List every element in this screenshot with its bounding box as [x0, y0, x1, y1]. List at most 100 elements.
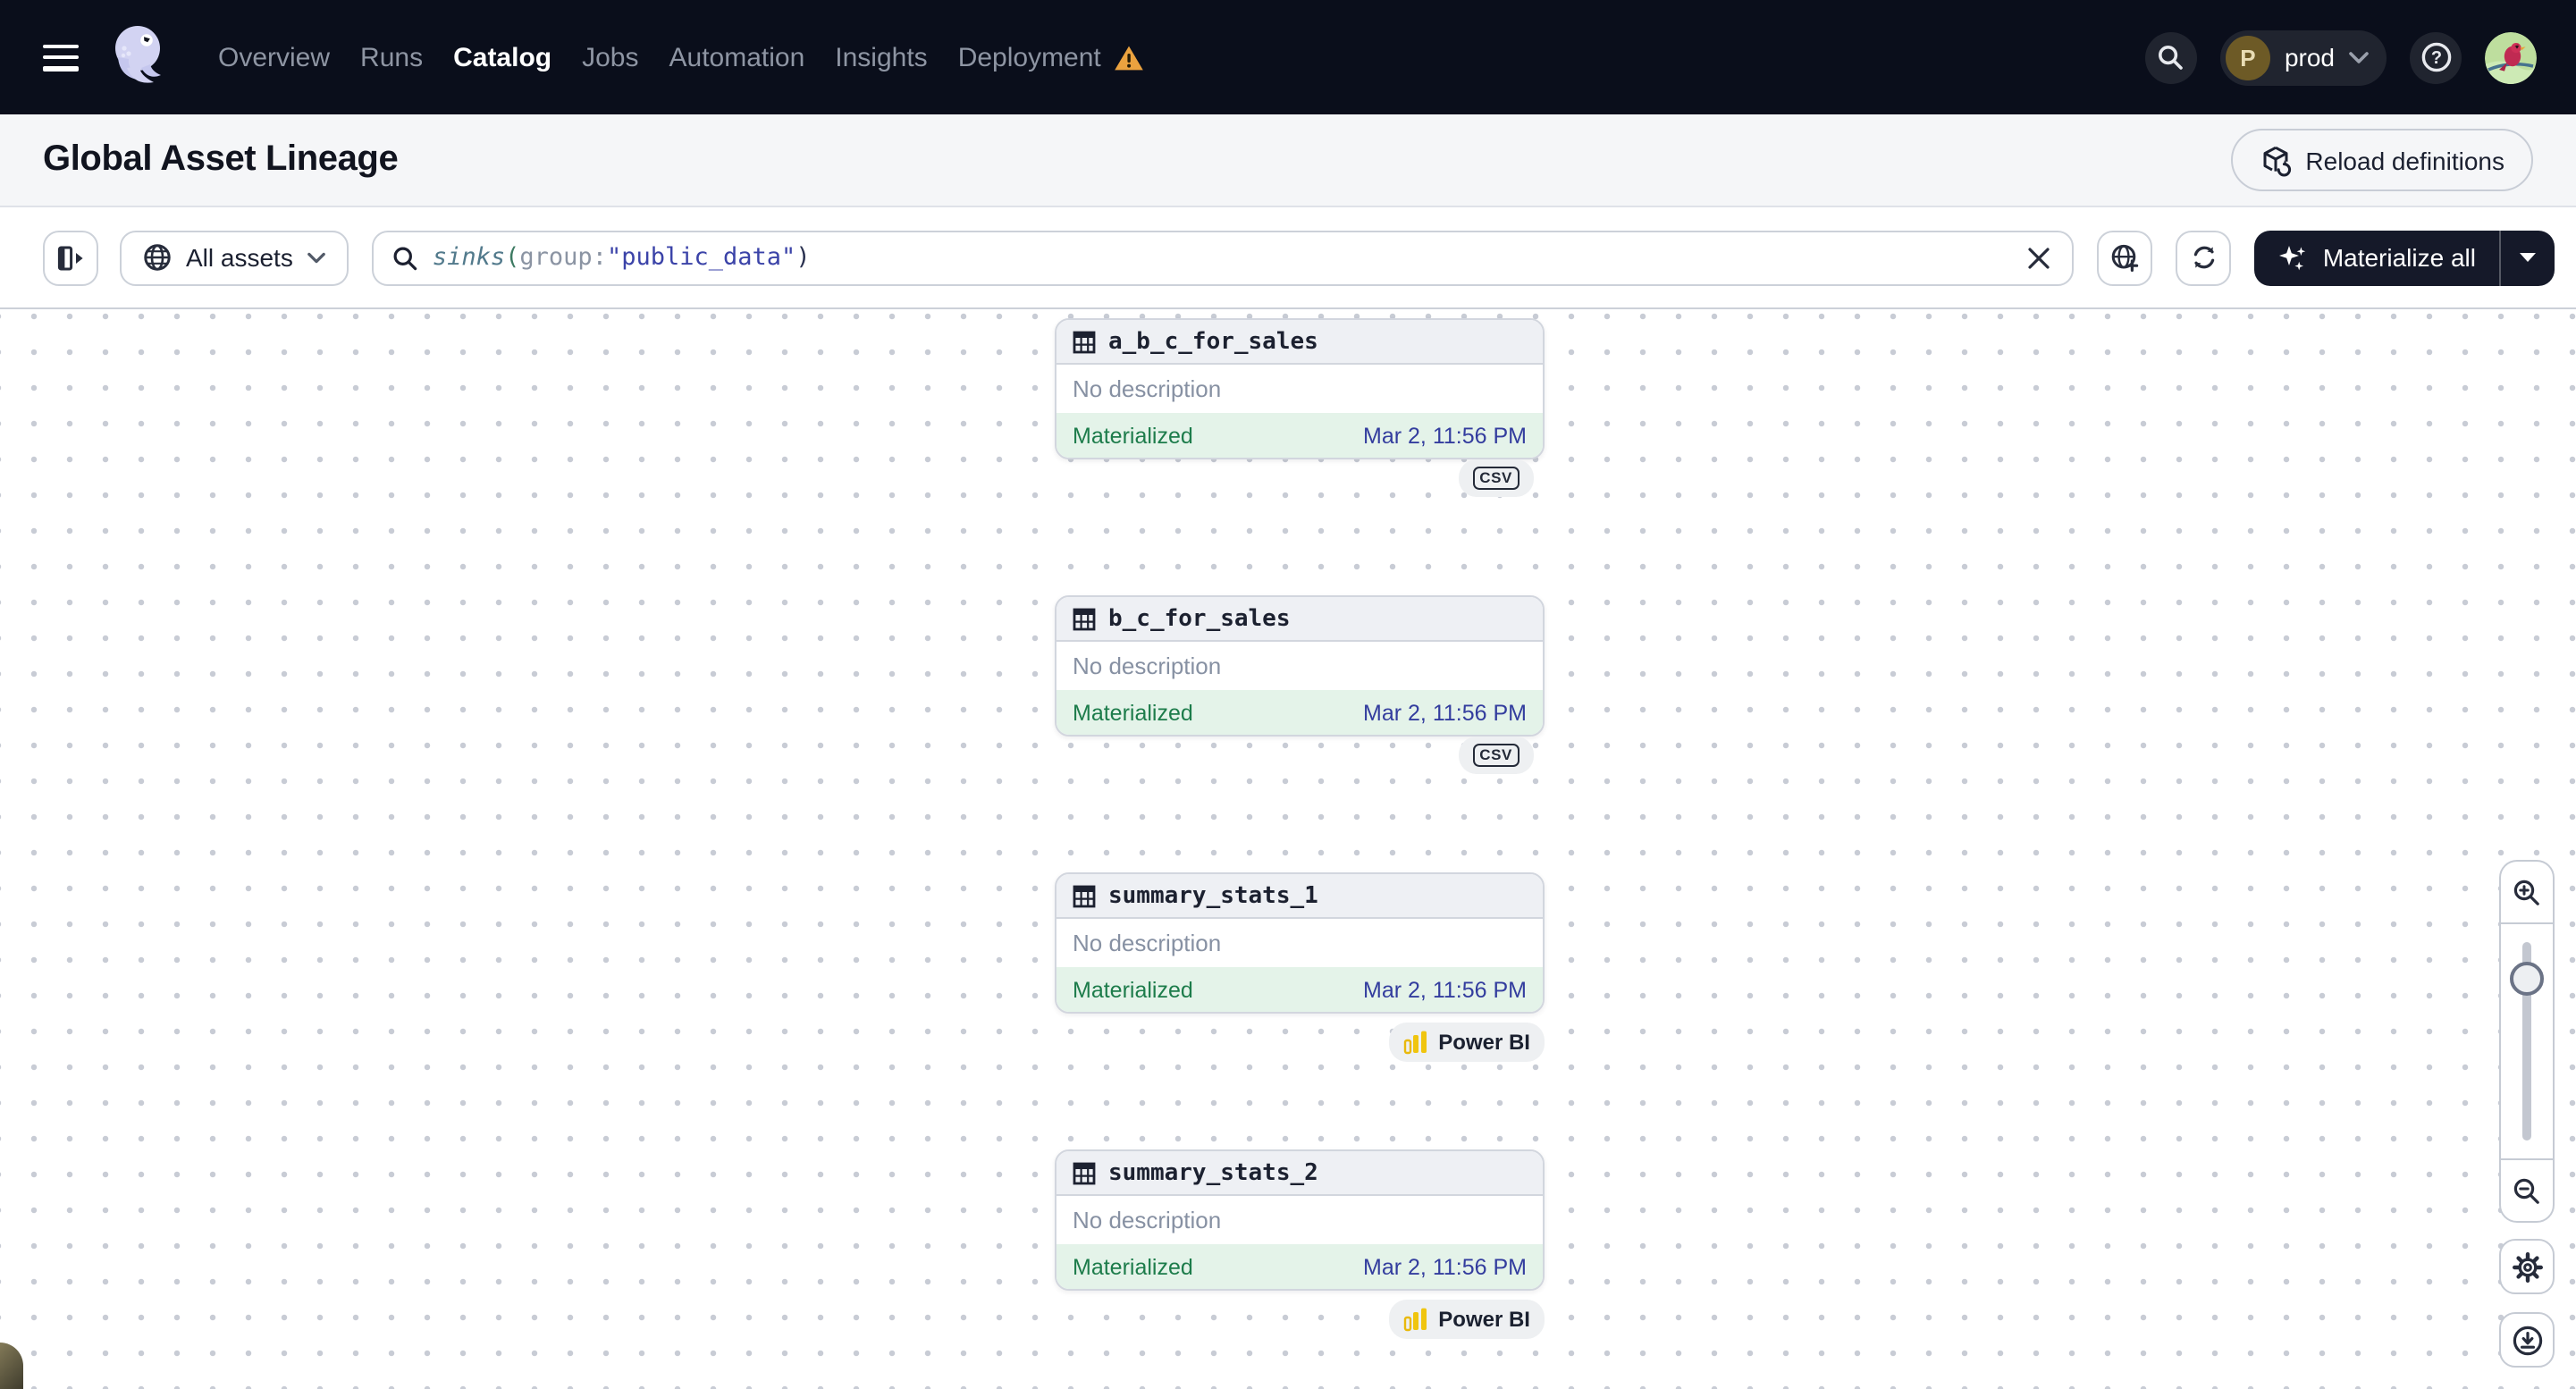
environment-switcher[interactable]: P prod — [2219, 29, 2387, 85]
asset-node-summary_stats_1[interactable]: summary_stats_1 No description Materiali… — [1055, 872, 1545, 1014]
asset-selection-input[interactable]: sinks(group:"public_data") — [371, 230, 2075, 285]
asset-node-b_c_for_sales[interactable]: b_c_for_sales No description Materialize… — [1055, 595, 1545, 737]
asset-name: b_c_for_sales — [1108, 605, 1291, 632]
materialization-timestamp: Mar 2, 11:56 PM — [1363, 423, 1527, 448]
asset-name: summary_stats_1 — [1108, 882, 1318, 909]
nav-item-automation[interactable]: Automation — [669, 42, 805, 72]
asset-name: summary_stats_2 — [1108, 1159, 1318, 1186]
chevron-down-icon — [2349, 51, 2369, 63]
warning-triangle-icon — [1114, 45, 1143, 70]
caret-down-icon — [2520, 253, 2536, 262]
search-icon — [393, 246, 417, 270]
asset-node-header: b_c_for_sales — [1056, 597, 1543, 642]
hamburger-icon[interactable] — [43, 44, 79, 71]
zoom-in-icon — [2513, 879, 2539, 905]
open-panel-icon — [57, 245, 83, 270]
asset-tag-power-bi[interactable]: Power BI — [1388, 1300, 1545, 1339]
help-button[interactable]: ? — [2410, 31, 2462, 83]
asset-status-row: Materialized Mar 2, 11:56 PM — [1056, 413, 1543, 458]
user-avatar-cardinal[interactable] — [2485, 31, 2537, 83]
status-badge: Materialized — [1073, 1254, 1193, 1279]
asset-node-header: a_b_c_for_sales — [1056, 320, 1543, 365]
asset-description: No description — [1073, 652, 1222, 679]
tag-label: Power BI — [1438, 1307, 1530, 1332]
asset-description: No description — [1073, 1207, 1222, 1233]
reload-definitions-button[interactable]: Reload definitions — [2230, 129, 2533, 191]
materialize-options-button[interactable] — [2499, 230, 2555, 285]
materialize-all-main[interactable]: Materialize all — [2255, 230, 2499, 285]
nav-right: P prod ? — [2144, 29, 2537, 85]
asset-status-row: Materialized Mar 2, 11:56 PM — [1056, 690, 1543, 735]
zoom-control-panel — [2499, 860, 2555, 1223]
refresh-button[interactable] — [2176, 230, 2232, 285]
zoom-out-button[interactable] — [2501, 1160, 2553, 1221]
page-title: Global Asset Lineage — [43, 139, 399, 179]
csv-kind-icon: CSV — [1472, 744, 1520, 767]
reload-definitions-label: Reload definitions — [2305, 146, 2504, 174]
asset-status-row: Materialized Mar 2, 11:56 PM — [1056, 967, 1543, 1012]
nav-item-overview[interactable]: Overview — [218, 42, 330, 72]
status-badge: Materialized — [1073, 977, 1193, 1002]
table-icon — [1073, 330, 1096, 353]
search-icon — [2159, 46, 2184, 70]
nav-search-button[interactable] — [2144, 31, 2197, 83]
clear-query-button[interactable] — [2016, 234, 2062, 281]
asset-node-summary_stats_2[interactable]: summary_stats_2 No description Materiali… — [1055, 1149, 1545, 1291]
materialize-all-label: Materialize all — [2322, 243, 2476, 272]
power-bi-icon — [1403, 1031, 1427, 1055]
status-badge: Materialized — [1073, 423, 1193, 448]
status-badge: Materialized — [1073, 700, 1193, 725]
zoom-out-icon — [2513, 1177, 2539, 1203]
zoom-in-button[interactable] — [2501, 862, 2553, 922]
tag-label: Power BI — [1438, 1030, 1530, 1055]
open-sidebar-button[interactable] — [43, 230, 98, 285]
octopus-icon — [115, 26, 161, 83]
lineage-toolbar: All assets sinks(group:"public_data") Ma… — [0, 207, 2576, 309]
zoom-slider-thumb[interactable] — [2510, 962, 2544, 996]
top-nav: Overview Runs Catalog Jobs Automation In… — [0, 0, 2576, 114]
materialization-timestamp: Mar 2, 11:56 PM — [1363, 1254, 1527, 1279]
lineage-canvas[interactable]: a_b_c_for_sales No description Materiali… — [0, 309, 2576, 1389]
lineage-settings-button[interactable] — [2499, 1239, 2555, 1294]
asset-node-header: summary_stats_2 — [1056, 1151, 1543, 1196]
nav-item-jobs[interactable]: Jobs — [582, 42, 638, 72]
svg-text:?: ? — [2430, 48, 2441, 68]
nav-item-catalog[interactable]: Catalog — [453, 42, 551, 72]
asset-status-row: Materialized Mar 2, 11:56 PM — [1056, 1244, 1543, 1289]
sparkle-icon — [2279, 245, 2307, 270]
globe-plus-icon — [2112, 243, 2140, 271]
asset-node-a_b_c_for_sales[interactable]: a_b_c_for_sales No description Materiali… — [1055, 318, 1545, 459]
asset-tag-csv[interactable]: CSV — [1458, 737, 1534, 774]
view-filter-button[interactable] — [2097, 230, 2153, 285]
avatar-image — [2485, 31, 2537, 83]
dagster-octopus-logo[interactable] — [105, 21, 170, 93]
asset-description: No description — [1073, 930, 1222, 956]
asset-tag-power-bi[interactable]: Power BI — [1388, 1023, 1545, 1062]
nav-item-deployment[interactable]: Deployment — [958, 42, 1144, 72]
asset-tag-csv[interactable]: CSV — [1458, 459, 1534, 497]
environment-name: prod — [2284, 43, 2335, 72]
asset-name: a_b_c_for_sales — [1108, 328, 1318, 355]
export-view-button[interactable] — [2499, 1312, 2555, 1368]
materialize-all-button[interactable]: Materialize all — [2254, 230, 2555, 285]
chevron-down-icon — [307, 251, 325, 263]
zoom-slider[interactable] — [2501, 922, 2553, 1160]
globe-icon — [144, 244, 171, 271]
asset-node-header: summary_stats_1 — [1056, 874, 1543, 919]
global-asset-lineage-page: Overview Runs Catalog Jobs Automation In… — [0, 0, 2576, 1389]
asset-scope-dropdown[interactable]: All assets — [120, 230, 349, 285]
nav-item-insights[interactable]: Insights — [835, 42, 927, 72]
minimap-corner — [0, 1343, 23, 1389]
reload-definitions-icon — [2262, 145, 2291, 176]
environment-initial: P — [2225, 35, 2270, 80]
close-icon — [2028, 247, 2050, 268]
download-icon — [2512, 1325, 2542, 1355]
nav-links: Overview Runs Catalog Jobs Automation In… — [218, 42, 1144, 72]
nav-item-runs[interactable]: Runs — [360, 42, 423, 72]
materialization-timestamp: Mar 2, 11:56 PM — [1363, 700, 1527, 725]
csv-kind-icon: CSV — [1472, 467, 1520, 490]
table-icon — [1073, 607, 1096, 630]
power-bi-icon — [1403, 1308, 1427, 1332]
table-icon — [1073, 1161, 1096, 1184]
asset-selection-query: sinks(group:"public_data") — [432, 243, 811, 272]
